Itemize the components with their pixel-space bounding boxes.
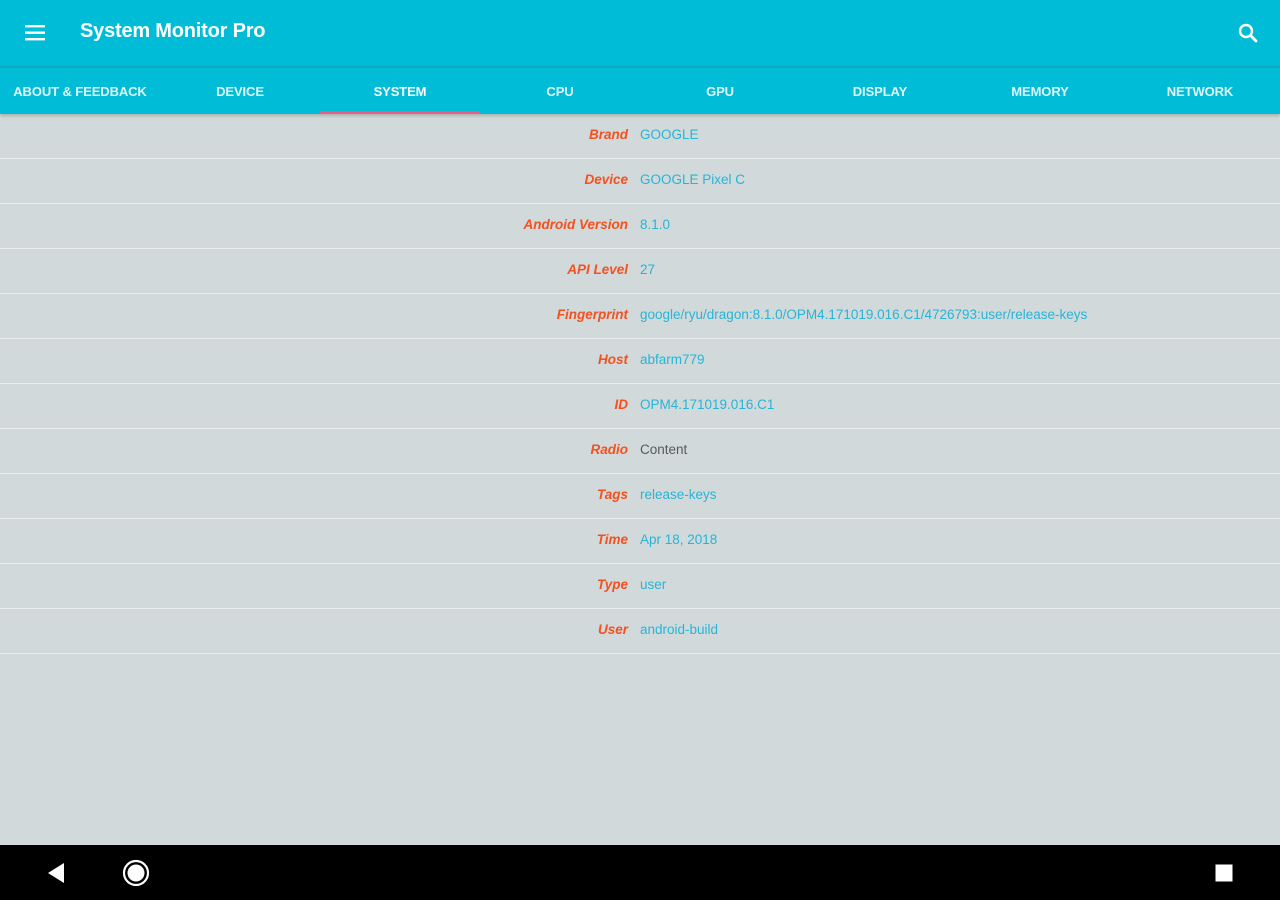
info-value: abfarm779 [640,352,705,367]
info-row-api-level: API Level 27 [0,249,1280,294]
info-label: User [597,622,628,637]
info-value: user [640,577,667,592]
app-bar: System Monitor Pro [0,0,1280,66]
info-value: 27 [640,262,656,277]
info-row-user: User android-build [0,609,1280,654]
info-row-android-version: Android Version 8.1.0 [0,204,1280,249]
info-row-host: Host abfarm779 [0,339,1280,384]
tab-system[interactable]: SYSTEM [320,68,480,114]
info-row-time: Time Apr 18, 2018 [0,519,1280,564]
info-value: 8.1.0 [640,217,671,232]
info-row-tags: Tags release-keys [0,474,1280,519]
back-triangle-icon[interactable] [46,862,66,884]
info-row-brand: Brand GOOGLE [0,114,1280,159]
info-label: Type [596,577,628,592]
info-label: Device [584,172,628,187]
app-title: System Monitor Pro [80,20,266,42]
info-row-id: ID OPM4.171019.016.C1 [0,384,1280,429]
info-row-radio: Radio Content [0,429,1280,474]
info-label: Host [598,352,628,367]
system-navigation-bar [0,845,1280,900]
info-value: Apr 18, 2018 [640,532,718,547]
info-label: Brand [588,127,628,142]
info-label: Time [596,532,628,547]
info-value: release-keys [640,487,717,502]
tab-bar: ABOUT & FEEDBACK DEVICE SYSTEM CPU GPU D… [0,66,1280,114]
tab-gpu[interactable]: GPU [640,68,800,114]
tab-device[interactable]: DEVICE [160,68,320,114]
info-row-device: Device GOOGLE Pixel C [0,159,1280,204]
tab-cpu[interactable]: CPU [480,68,640,114]
recents-square-icon[interactable] [1214,863,1234,883]
home-circle-icon[interactable] [122,859,150,887]
info-row-fingerprint: Fingerprint google/ryu/dragon:8.1.0/OPM4… [0,294,1280,339]
tab-memory[interactable]: MEMORY [960,68,1120,114]
system-info-list: Brand GOOGLE Device GOOGLE Pixel C Andro… [0,114,1280,654]
info-value: android-build [640,622,719,637]
info-label: ID [614,397,629,412]
tab-display[interactable]: DISPLAY [800,68,960,114]
search-icon[interactable] [1236,21,1260,45]
info-value: OPM4.171019.016.C1 [640,397,775,412]
tab-network[interactable]: NETWORK [1120,68,1280,114]
info-row-type: Type user [0,564,1280,609]
info-value: Content [640,442,688,457]
hamburger-menu-icon[interactable] [25,24,47,42]
info-label: Radio [590,442,628,457]
info-label: Tags [596,487,628,502]
info-label: Fingerprint [556,307,628,322]
info-label: API Level [567,262,628,277]
info-value: GOOGLE [640,127,699,142]
info-label: Android Version [523,217,628,232]
tab-about-feedback[interactable]: ABOUT & FEEDBACK [0,68,160,114]
info-value: GOOGLE Pixel C [640,172,746,187]
info-value: google/ryu/dragon:8.1.0/OPM4.171019.016.… [640,307,1088,322]
